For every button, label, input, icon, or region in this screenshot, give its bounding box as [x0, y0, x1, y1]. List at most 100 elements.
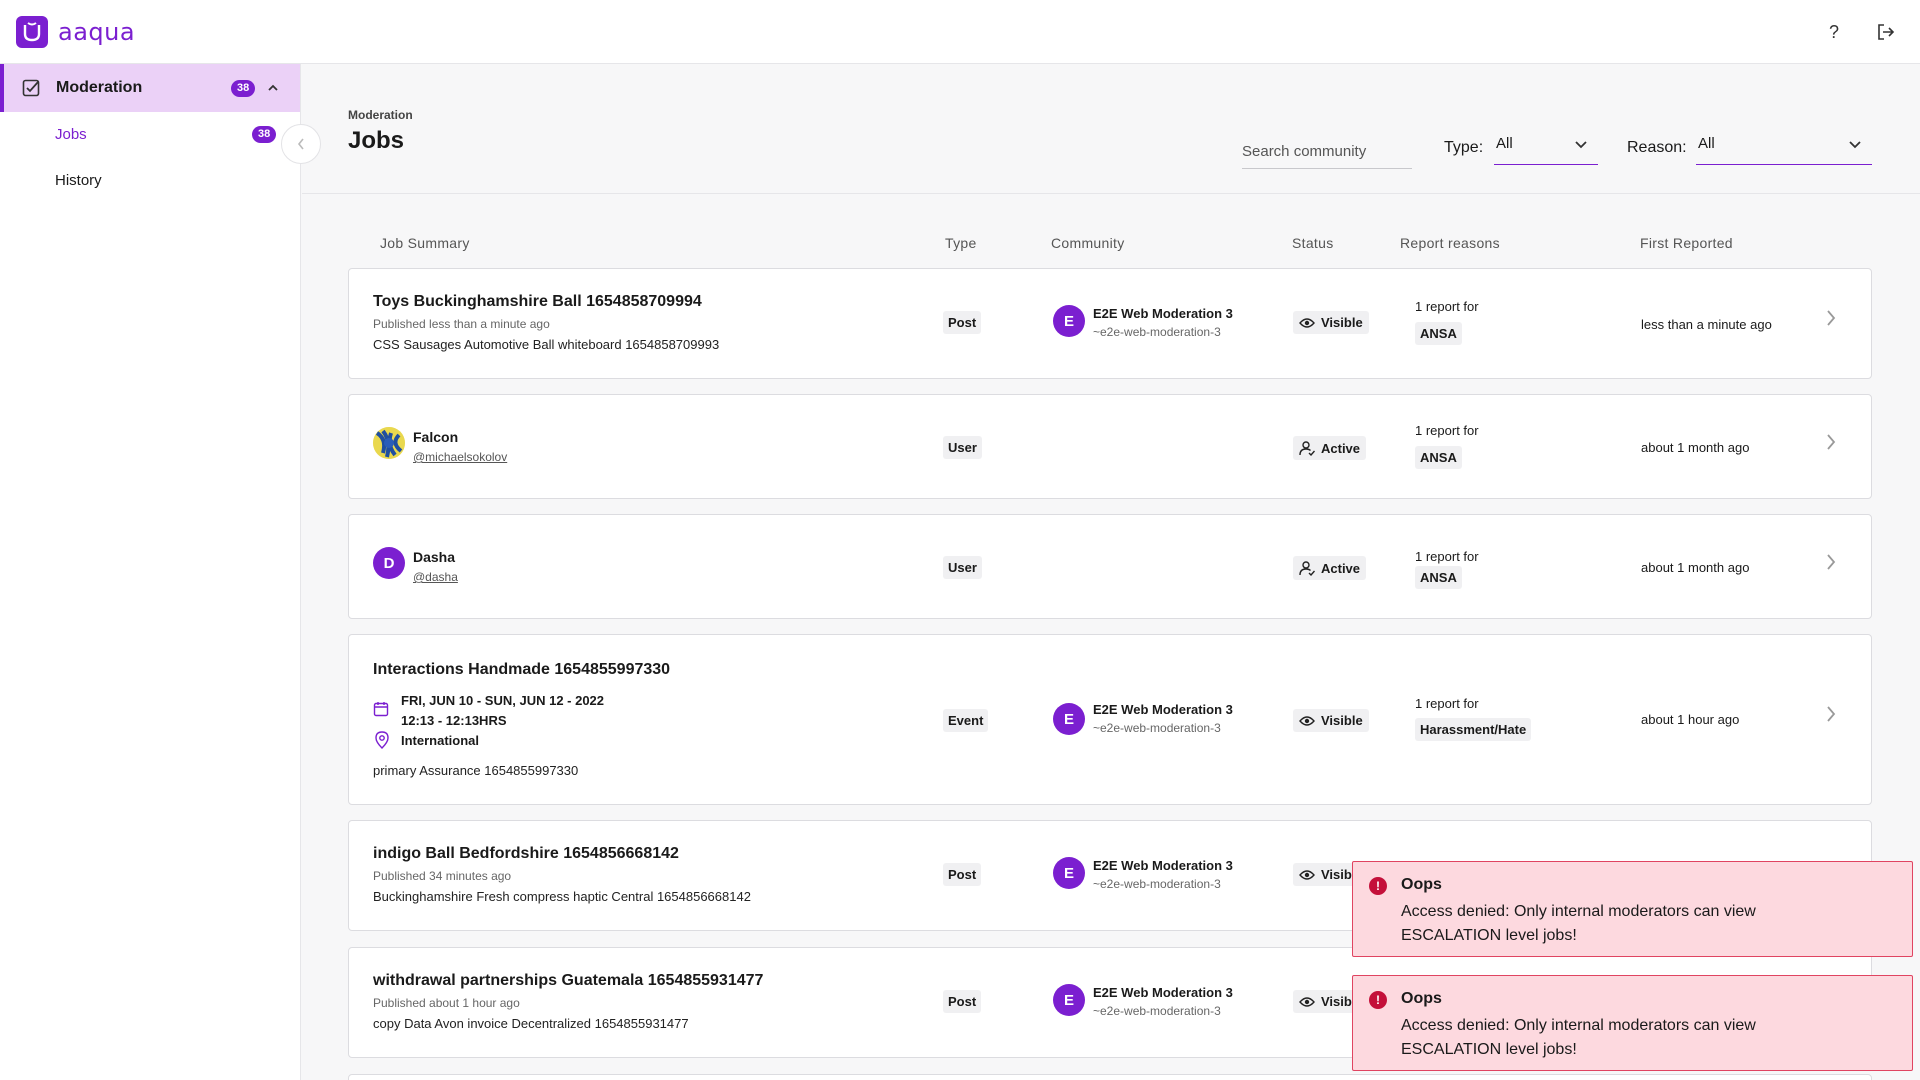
- chevron-down-icon: [1575, 141, 1587, 149]
- page-header: Moderation Jobs Type: All Reason: All: [302, 65, 1920, 194]
- app-logo[interactable]: aaqua: [16, 15, 136, 48]
- status-text: Visib: [1321, 994, 1352, 1009]
- user-name: Falcon: [413, 429, 459, 445]
- job-title: withdrawal partnerships Guatemala 165485…: [373, 972, 764, 989]
- logout-icon[interactable]: [1874, 20, 1898, 44]
- logo-icon: [16, 15, 48, 48]
- first-reported: about 1 month ago: [1641, 440, 1750, 455]
- status-text: Visible: [1321, 315, 1363, 330]
- community-avatar: E: [1053, 305, 1085, 337]
- job-published: Published about 1 hour ago: [373, 996, 520, 1010]
- eye-icon: [1299, 996, 1315, 1007]
- error-toast[interactable]: ! Oops Access denied: Only internal mode…: [1352, 861, 1913, 957]
- job-description: Buckinghamshire Fresh compress haptic Ce…: [373, 889, 751, 904]
- logo-text: aaqua: [58, 17, 136, 46]
- user-avatar: D: [373, 547, 405, 579]
- chevron-left-icon: [297, 138, 304, 150]
- reason-badge: ANSA: [1415, 446, 1462, 469]
- reason-filter-label: Reason:: [1627, 139, 1687, 156]
- type-filter-value: All: [1496, 135, 1513, 152]
- job-title: indigo Ball Bedfordshire 1654856668142: [373, 845, 679, 862]
- breadcrumb[interactable]: Moderation: [348, 108, 413, 122]
- type-badge: Post: [943, 311, 982, 334]
- column-header-status: Status: [1292, 235, 1334, 251]
- column-header-community: Community: [1051, 235, 1125, 251]
- page-title: Jobs: [348, 127, 405, 154]
- column-header-job-summary: Job Summary: [380, 235, 470, 251]
- status-badge: Visible: [1293, 709, 1369, 732]
- report-count: 1 report for: [1415, 696, 1479, 711]
- reason-filter-value: All: [1698, 135, 1715, 152]
- help-icon[interactable]: ?: [1822, 20, 1846, 44]
- toast-message: Access denied: Only internal moderators …: [1401, 1017, 1756, 1058]
- column-header-type: Type: [945, 235, 977, 251]
- eye-icon: [1299, 869, 1315, 880]
- column-header-first-reported: First Reported: [1640, 235, 1733, 251]
- type-badge: User: [943, 556, 982, 579]
- chevron-right-icon[interactable]: [1825, 433, 1837, 457]
- community-handle: ~e2e-web-moderation-3: [1093, 325, 1221, 339]
- type-filter-select[interactable]: All: [1494, 129, 1598, 165]
- status-badge: Active: [1293, 436, 1367, 460]
- job-published: Published 34 minutes ago: [373, 869, 512, 883]
- sidebar-item-history[interactable]: History: [55, 172, 102, 189]
- sidebar-item-jobs[interactable]: Jobs: [55, 126, 87, 143]
- user-handle-link[interactable]: @dasha: [413, 570, 458, 584]
- error-toast[interactable]: ! Oops Access denied: Only internal mode…: [1352, 975, 1913, 1071]
- type-badge: User: [943, 436, 982, 459]
- report-count: 1 report for: [1415, 549, 1479, 564]
- reason-badge: Harassment/Hate: [1415, 718, 1532, 741]
- toast-message: Access denied: Only internal moderators …: [1401, 903, 1756, 944]
- community-name: E2E Web Moderation 3: [1093, 306, 1233, 321]
- eye-icon: [1299, 715, 1315, 726]
- job-description: CSS Sausages Automotive Ball whiteboard …: [373, 337, 720, 352]
- location-pin-icon: [375, 731, 389, 754]
- sidebar-section-moderation[interactable]: Moderation 38: [0, 64, 300, 112]
- community-avatar: E: [1053, 703, 1085, 735]
- eye-icon: [1299, 317, 1315, 328]
- user-active-icon: [1299, 441, 1315, 456]
- collapse-sidebar-button[interactable]: [281, 124, 321, 164]
- status-badge: Visible: [1293, 311, 1369, 334]
- chevron-right-icon[interactable]: [1825, 309, 1837, 333]
- status-text: Visib: [1321, 867, 1352, 882]
- report-count: 1 report for: [1415, 423, 1479, 438]
- type-badge: Event: [943, 709, 989, 732]
- reason-filter-select[interactable]: All: [1696, 129, 1872, 165]
- moderation-check-icon: [22, 79, 40, 97]
- jobs-count-badge: 38: [252, 126, 277, 143]
- reason-badge: ANSA: [1415, 566, 1462, 589]
- status-badge: Visib: [1293, 863, 1358, 886]
- top-bar: aaqua ?: [0, 0, 1920, 64]
- table-row[interactable]: Toys Buckinghamshire Ball 1654858709994 …: [348, 268, 1872, 379]
- chevron-right-icon[interactable]: [1825, 705, 1837, 729]
- status-badge: Active: [1293, 556, 1367, 580]
- community-name: E2E Web Moderation 3: [1093, 858, 1233, 873]
- user-handle-link[interactable]: @michaelsokolov: [413, 450, 507, 464]
- table-row[interactable]: D Dasha @dasha User Active 1 report for …: [348, 514, 1872, 619]
- sidebar: Moderation 38 Jobs 38 History: [0, 64, 301, 1080]
- status-text: Active: [1321, 440, 1361, 456]
- chevron-right-icon[interactable]: [1825, 553, 1837, 577]
- column-header-report-reasons: Report reasons: [1400, 235, 1500, 251]
- table-row[interactable]: Interactions Handmade 1654855997330 FRI,…: [348, 634, 1872, 805]
- user-name: Dasha: [413, 549, 456, 565]
- chevron-up-icon[interactable]: [267, 82, 279, 94]
- community-name: E2E Web Moderation 3: [1093, 985, 1233, 1000]
- type-badge: Post: [943, 863, 982, 886]
- table-row[interactable]: [348, 1074, 1872, 1080]
- job-description: primary Assurance 1654855997330: [373, 763, 579, 778]
- calendar-icon: [373, 701, 389, 722]
- job-title: Toys Buckinghamshire Ball 1654858709994: [373, 293, 702, 310]
- chevron-down-icon: [1849, 141, 1861, 149]
- status-text: Active: [1321, 560, 1361, 576]
- table-row[interactable]: Falcon @michaelsokolov User Active 1 rep…: [348, 394, 1872, 499]
- community-handle: ~e2e-web-moderation-3: [1093, 877, 1221, 891]
- toast-title: Oops: [1401, 990, 1442, 1007]
- community-name: E2E Web Moderation 3: [1093, 702, 1233, 717]
- community-avatar: E: [1053, 984, 1085, 1016]
- community-handle: ~e2e-web-moderation-3: [1093, 1004, 1221, 1018]
- job-description: copy Data Avon invoice Decentralized 165…: [373, 1016, 689, 1031]
- search-community-input[interactable]: [1242, 135, 1412, 169]
- first-reported: about 1 month ago: [1641, 560, 1750, 575]
